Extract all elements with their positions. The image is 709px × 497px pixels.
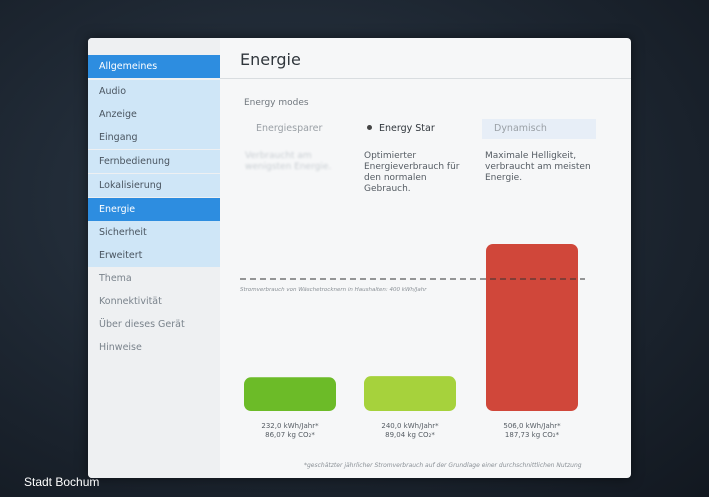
mode-desc-energy-star: Optimierter Energieverbrauch für den nor… <box>364 151 460 194</box>
mode-tab-energiesparer[interactable]: Energiesparer <box>244 119 358 139</box>
footnote: *geschätzter jährlicher Stromverbrauch a… <box>304 462 582 469</box>
energy-modes-label: Energy modes <box>244 98 309 108</box>
energy-bar-chart: 232,0 kWh/Jahr*86,07 kg CO₂* 240,0 kWh/Ja… <box>240 244 585 439</box>
mode-label: Energy Star <box>379 123 435 134</box>
mode-desc-dynamisch: Maximale Helligkeit, verbraucht am meist… <box>485 151 591 183</box>
co2-label-1: 89,04 kg CO₂* <box>385 431 435 439</box>
sidebar-item-lokalisierung[interactable]: Lokalisierung <box>88 174 220 197</box>
reference-line-label: Stromverbrauch von Wäschetrocknern in Ha… <box>240 287 427 293</box>
page-title: Energie <box>240 50 301 69</box>
sidebar-item-hinweise[interactable]: Hinweise <box>88 336 220 359</box>
co2-label-2: 187,73 kg CO₂* <box>505 431 560 439</box>
settings-screen: Allgemeines Audio Anzeige Eingang Fernbe… <box>88 38 631 478</box>
mode-label: Dynamisch <box>494 123 547 134</box>
settings-sidebar: Allgemeines Audio Anzeige Eingang Fernbe… <box>88 38 220 478</box>
bar-0 <box>244 377 336 411</box>
sidebar-item-erweitert[interactable]: Erweitert <box>88 244 220 267</box>
sidebar-item-ueber-dieses-geraet[interactable]: Über dieses Gerät <box>88 313 220 336</box>
mode-tab-energy-star[interactable]: Energy Star <box>355 119 469 139</box>
sidebar-item-konnektivitaet[interactable]: Konnektivität <box>88 290 220 313</box>
sidebar-item-eingang[interactable]: Eingang <box>88 126 220 149</box>
sidebar-item-anzeige[interactable]: Anzeige <box>88 103 220 126</box>
header-divider <box>220 78 631 79</box>
value-label-0: 232,0 kWh/Jahr* <box>261 422 319 430</box>
sidebar-item-audio[interactable]: Audio <box>88 80 220 103</box>
sidebar-item-allgemeines[interactable]: Allgemeines <box>88 55 220 78</box>
sidebar-item-energie[interactable]: Energie <box>88 198 220 221</box>
bar-2 <box>486 244 578 411</box>
value-label-1: 240,0 kWh/Jahr* <box>381 422 439 430</box>
value-label-2: 506,0 kWh/Jahr* <box>503 422 561 430</box>
sidebar-item-fernbedienung[interactable]: Fernbedienung <box>88 150 220 173</box>
co2-label-0: 86,07 kg CO₂* <box>265 431 315 439</box>
selected-dot-icon <box>367 125 372 130</box>
mode-desc-energiesparer: Verbraucht am wenigsten Energie. <box>245 151 332 172</box>
sidebar-item-thema[interactable]: Thema <box>88 267 220 290</box>
photo-caption: Stadt Bochum <box>24 475 100 489</box>
bar-1 <box>364 376 456 411</box>
sidebar-item-sicherheit[interactable]: Sicherheit <box>88 221 220 244</box>
mode-label: Energiesparer <box>256 123 323 134</box>
mode-tab-dynamisch[interactable]: Dynamisch <box>482 119 596 139</box>
